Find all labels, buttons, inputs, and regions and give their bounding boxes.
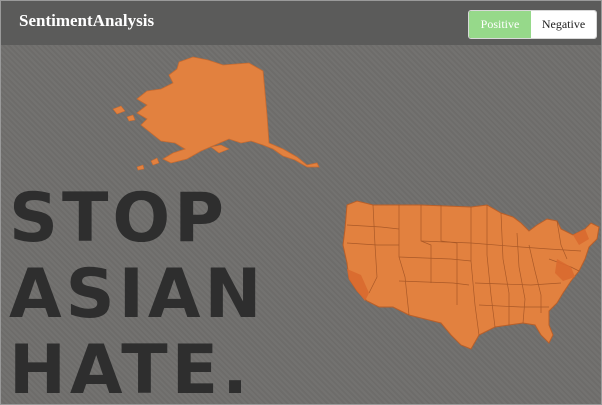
positive-button[interactable]: Positive bbox=[469, 11, 531, 38]
app-window: SentimentAnalysis Positive Negative STOP… bbox=[0, 0, 602, 405]
slogan-line-stop: STOP bbox=[9, 179, 229, 258]
slogan-line-hate: HATE. bbox=[9, 331, 252, 405]
negative-button[interactable]: Negative bbox=[531, 11, 596, 38]
sentiment-toggle: Positive Negative bbox=[468, 10, 597, 39]
map-region-contiguous-us[interactable] bbox=[342, 200, 600, 350]
brand-title[interactable]: SentimentAnalysis bbox=[19, 11, 154, 31]
navbar: SentimentAnalysis Positive Negative bbox=[1, 1, 601, 45]
poster-slogan: STOP ASIAN HATE. bbox=[9, 181, 329, 405]
map-region-alaska[interactable] bbox=[112, 56, 320, 171]
slogan-line-asian: ASIAN bbox=[9, 255, 266, 334]
